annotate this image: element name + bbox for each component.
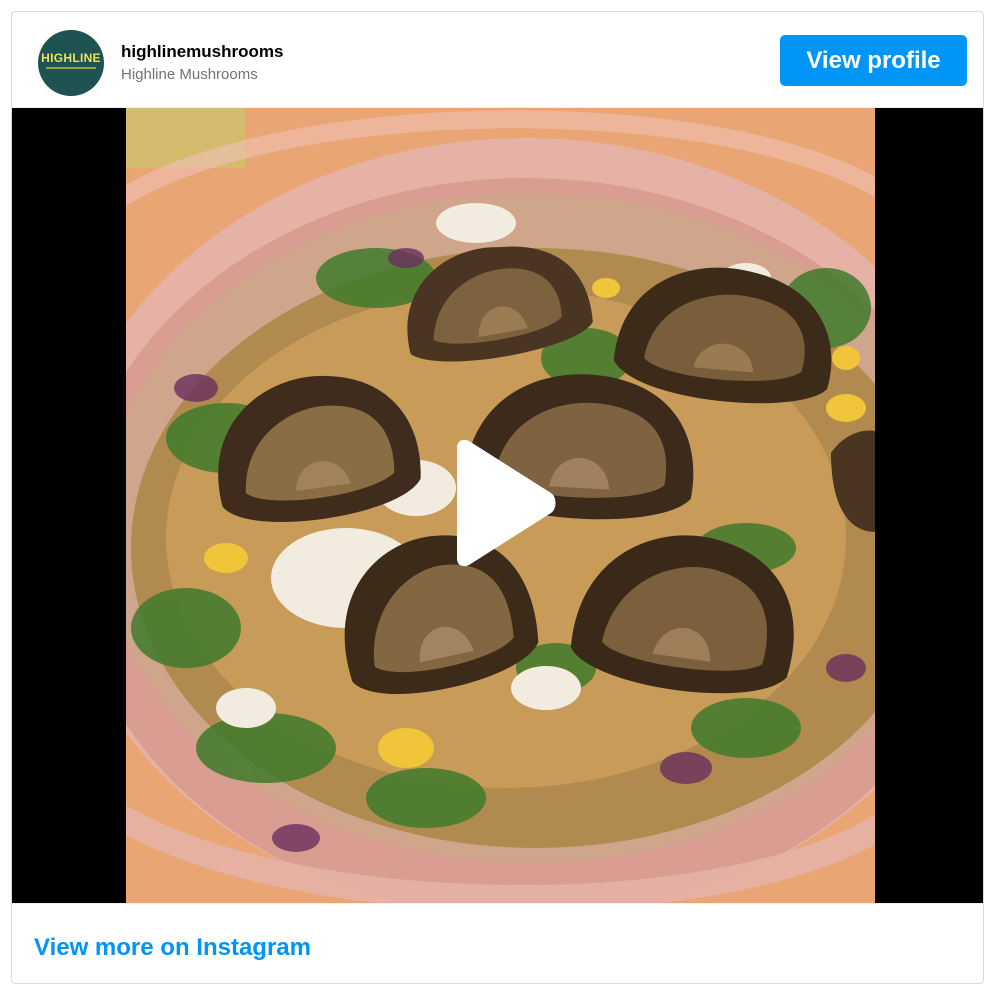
view-profile-button[interactable]: View profile	[780, 35, 967, 86]
username[interactable]: highlinemushrooms	[121, 42, 283, 62]
post-footer: View more on Instagram	[12, 903, 983, 983]
instagram-embed: HIGHLINE highlinemushrooms Highline Mush…	[11, 11, 984, 984]
view-more-on-instagram-link[interactable]: View more on Instagram	[34, 934, 311, 962]
avatar-logo-tagline	[46, 67, 96, 69]
avatar-logo-text: HIGHLINE	[41, 51, 101, 65]
avatar[interactable]: HIGHLINE	[38, 30, 104, 96]
post-header: HIGHLINE highlinemushrooms Highline Mush…	[12, 12, 983, 108]
play-icon[interactable]	[443, 439, 559, 567]
display-name: Highline Mushrooms	[121, 66, 258, 83]
post-media[interactable]	[12, 108, 983, 903]
